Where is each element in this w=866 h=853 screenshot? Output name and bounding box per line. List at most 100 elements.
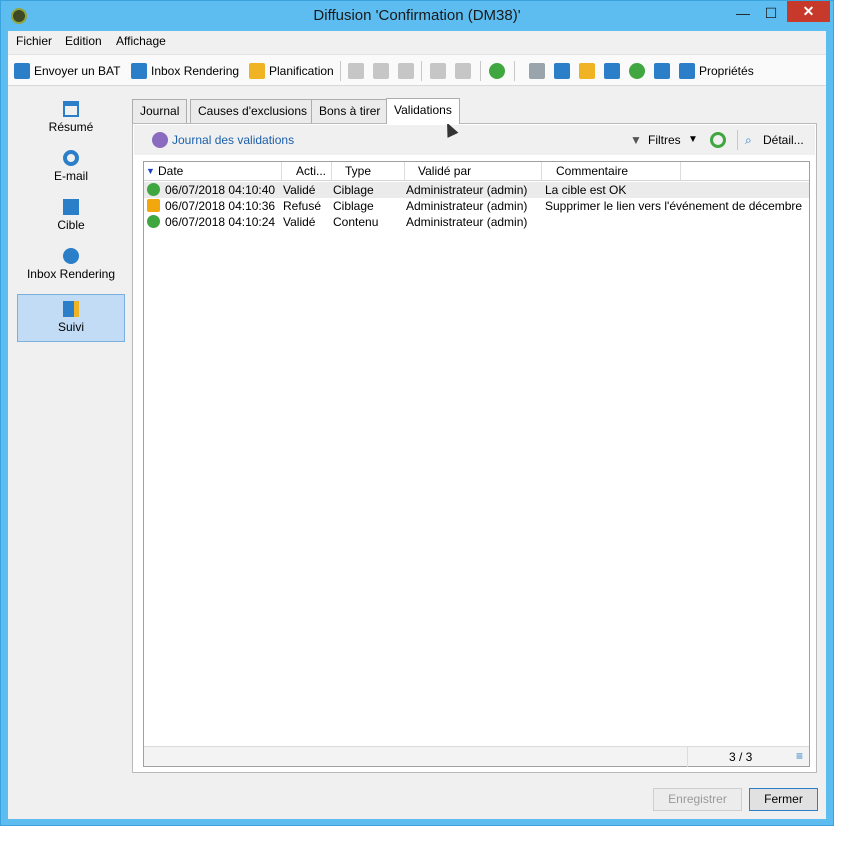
close-window-button[interactable]: ✕	[787, 1, 830, 22]
col-valide-par[interactable]: Validé par	[418, 164, 471, 178]
calculator-button[interactable]	[629, 55, 649, 87]
cell-date: 06/07/2018 04:10:40	[165, 183, 276, 197]
planification-button[interactable]: Planification	[249, 55, 334, 87]
email-icon	[63, 150, 79, 166]
client-area: Fichier Edition Affichage Envoyer un BAT…	[8, 31, 826, 819]
menu-bar: Fichier Edition Affichage	[8, 31, 826, 52]
validated-icon	[147, 183, 160, 196]
export-icon	[654, 63, 670, 79]
table-row[interactable]: 06/07/2018 04:10:36 Refusé Ciblage Admin…	[144, 198, 809, 214]
link-icon	[554, 63, 570, 79]
cut-button[interactable]	[373, 55, 393, 87]
sidebar-item-label: Cible	[57, 218, 85, 232]
calculator-icon	[629, 63, 645, 79]
menu-icon[interactable]: ≡	[796, 749, 803, 763]
warning-icon	[147, 199, 160, 212]
maximize-button[interactable]: ☐	[759, 3, 783, 23]
copy-button[interactable]	[348, 55, 368, 87]
cell-commentaire: Supprimer le lien vers l'événement de dé…	[545, 199, 803, 213]
menu-fichier[interactable]: Fichier	[16, 34, 52, 48]
export-button[interactable]	[654, 55, 674, 87]
title-bar[interactable]: Diffusion 'Confirmation (DM38)' — ☐ ✕	[1, 1, 833, 31]
validations-panel: Journal des validations ▼ Filtres ▼ ⌕ Dé…	[132, 123, 817, 773]
inbox-rendering-button[interactable]: Inbox Rendering	[131, 55, 239, 87]
undo-button[interactable]	[430, 55, 450, 87]
table-row[interactable]: 06/07/2018 04:10:24 Validé Contenu Admin…	[144, 214, 809, 230]
filter-icon: ▼	[630, 133, 642, 147]
user-check-icon	[152, 132, 168, 148]
attachment-button[interactable]	[529, 55, 549, 87]
footer-divider	[687, 747, 688, 767]
close-button[interactable]: Fermer	[749, 788, 818, 811]
sidebar-item-label: Suivi	[57, 320, 84, 334]
globe-icon	[63, 248, 79, 264]
paperclip-icon	[529, 63, 545, 79]
toolbar: Envoyer un BAT Inbox Rendering Planifica…	[8, 54, 826, 86]
sidebar-item-inbox-rendering[interactable]: Inbox Rendering	[17, 242, 125, 290]
column-divider	[541, 162, 542, 181]
cell-type: Contenu	[333, 215, 379, 229]
tab-causes-exclusions[interactable]: Causes d'exclusions	[190, 99, 316, 123]
column-divider	[281, 162, 282, 181]
cell-valide-par: Administrateur (admin)	[406, 199, 528, 213]
properties-label: Propriétés	[699, 64, 754, 78]
redo-button[interactable]	[455, 55, 475, 87]
sidebar-item-email[interactable]: E-mail	[17, 144, 125, 192]
filters-button[interactable]: Filtres	[648, 133, 681, 147]
mail-check-icon	[14, 63, 30, 79]
col-action[interactable]: Acti...	[296, 164, 326, 178]
gift-button[interactable]	[579, 55, 599, 87]
grid-footer: 3 / 3 ≡	[144, 746, 809, 767]
redo-icon	[455, 63, 471, 79]
tab-bons-a-tirer[interactable]: Bons à tirer	[311, 99, 389, 123]
validations-subbar: Journal des validations ▼ Filtres ▼ ⌕ Dé…	[134, 125, 815, 155]
table-row[interactable]: 06/07/2018 04:10:40 Validé Ciblage Admin…	[144, 182, 809, 198]
detail-button[interactable]: Détail...	[763, 133, 804, 147]
subbar-separator	[737, 130, 738, 150]
col-commentaire[interactable]: Commentaire	[556, 164, 628, 178]
grid-header: ▼ Date Acti... Type Validé par Commentai…	[144, 162, 809, 181]
minimize-button[interactable]: —	[731, 3, 755, 23]
sidebar: Résumé E-mail Cible Inbox Rendering Suiv…	[8, 88, 131, 819]
sidebar-item-suivi[interactable]: Suivi	[17, 294, 125, 342]
toolbar-separator	[480, 61, 481, 81]
col-type[interactable]: Type	[345, 164, 371, 178]
save-button[interactable]: Enregistrer	[653, 788, 742, 811]
cell-date: 06/07/2018 04:10:36	[165, 199, 276, 213]
calendar-icon	[249, 63, 265, 79]
refresh-icon	[489, 63, 505, 79]
search-icon: ⌕	[745, 133, 752, 147]
column-divider	[404, 162, 405, 181]
chevron-down-icon[interactable]: ▼	[688, 134, 698, 145]
sidebar-item-cible[interactable]: Cible	[17, 193, 125, 241]
scissors-icon	[373, 63, 389, 79]
target-icon	[63, 199, 79, 215]
tab-journal[interactable]: Journal	[132, 99, 188, 123]
paste-button[interactable]	[398, 55, 418, 87]
cell-action: Refusé	[283, 199, 322, 213]
tab-validations[interactable]: Validations	[386, 98, 460, 124]
sort-desc-icon: ▼	[146, 166, 155, 176]
menu-edition[interactable]: Edition	[65, 34, 102, 48]
undo-icon	[430, 63, 446, 79]
col-date[interactable]: Date	[158, 164, 183, 178]
sidebar-item-resume[interactable]: Résumé	[17, 95, 125, 143]
gift-icon	[579, 63, 595, 79]
copy-icon	[348, 63, 364, 79]
link-button[interactable]	[554, 55, 574, 87]
refresh-icon[interactable]	[710, 132, 726, 148]
tracking-button[interactable]	[604, 55, 624, 87]
validated-icon	[147, 215, 160, 228]
properties-button[interactable]: Propriétés	[679, 55, 754, 87]
column-divider	[331, 162, 332, 181]
validations-grid: ▼ Date Acti... Type Validé par Commentai…	[143, 161, 810, 767]
refresh-button[interactable]	[489, 55, 509, 87]
send-bat-button[interactable]: Envoyer un BAT	[14, 55, 120, 87]
summary-icon	[63, 101, 79, 117]
menu-affichage[interactable]: Affichage	[116, 34, 166, 48]
sidebar-item-label: E-mail	[53, 169, 88, 183]
cell-valide-par: Administrateur (admin)	[406, 215, 528, 229]
toolbar-separator	[340, 61, 341, 81]
planification-label: Planification	[269, 64, 334, 78]
toolbar-separator	[514, 61, 515, 81]
